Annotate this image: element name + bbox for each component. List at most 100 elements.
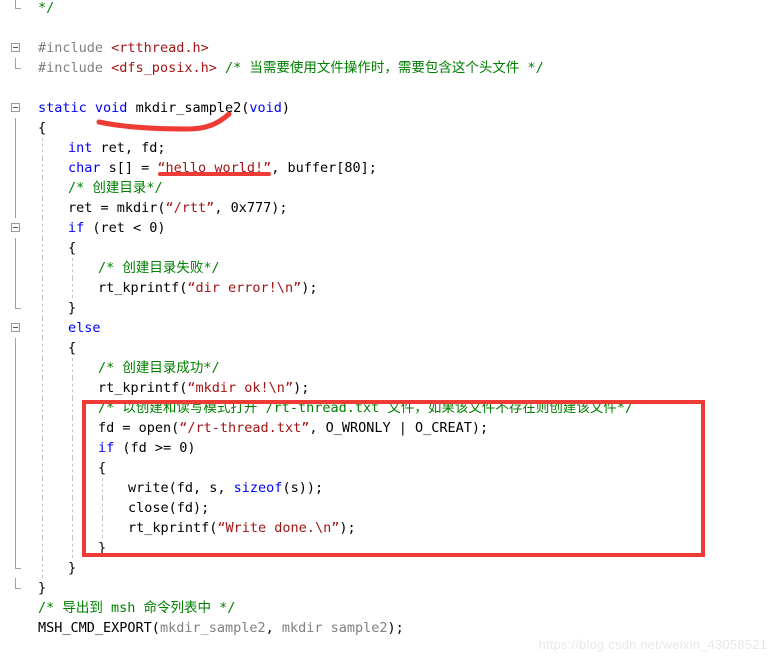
fold-gutter[interactable]	[0, 498, 38, 518]
code-line[interactable]: {	[0, 338, 779, 358]
code-line-text: static void mkdir_sample2(void)	[38, 100, 291, 116]
fold-collapse-icon[interactable]	[11, 43, 20, 52]
fold-gutter[interactable]	[0, 398, 38, 418]
fold-connector	[15, 138, 16, 158]
code-line[interactable]: /* 创建目录失败*/	[0, 258, 779, 278]
indent-guide	[42, 298, 43, 318]
code-line[interactable]: if (fd >= 0)	[0, 438, 779, 458]
fold-gutter[interactable]	[0, 578, 38, 598]
code-line[interactable]: MSH_CMD_EXPORT(mkdir_sample2, mkdir samp…	[0, 618, 779, 638]
fold-gutter[interactable]	[0, 538, 38, 558]
code-line-text: /* 以创建和读写模式打开 /rt-thread.txt 文件，如果该文件不存在…	[98, 400, 634, 416]
code-line[interactable]: ret = mkdir(“/rtt”, 0x777);	[0, 198, 779, 218]
code-line[interactable]: /* 创建目录*/	[0, 178, 779, 198]
fold-gutter[interactable]	[0, 18, 38, 38]
fold-connector	[15, 198, 16, 218]
indent-guide	[42, 538, 43, 558]
code-line[interactable]: /* 创建目录成功*/	[0, 358, 779, 378]
code-line[interactable]: {	[0, 118, 779, 138]
indent-guide	[72, 358, 73, 378]
indent-guide	[42, 498, 43, 518]
fold-gutter[interactable]	[0, 418, 38, 438]
fold-gutter[interactable]	[0, 358, 38, 378]
fold-end-bracket	[15, 58, 21, 69]
code-line[interactable]: fd = open(“/rt-thread.txt”, O_WRONLY | O…	[0, 418, 779, 438]
fold-gutter[interactable]	[0, 98, 38, 118]
fold-end-bracket	[15, 0, 21, 9]
fold-gutter[interactable]	[0, 178, 38, 198]
fold-gutter[interactable]	[0, 38, 38, 58]
fold-gutter[interactable]	[0, 78, 38, 98]
fold-gutter[interactable]	[0, 298, 38, 318]
code-line-text: {	[68, 240, 77, 256]
code-line[interactable]: #include <dfs_posix.h> /* 当需要使用文件操作时，需要包…	[0, 58, 779, 78]
indent-guide	[72, 398, 73, 418]
code-line[interactable]: int ret, fd;	[0, 138, 779, 158]
code-line[interactable]: }	[0, 558, 779, 578]
fold-gutter[interactable]	[0, 158, 38, 178]
code-line[interactable]	[0, 78, 779, 98]
code-line[interactable]: if (ret < 0)	[0, 218, 779, 238]
code-line[interactable]: rt_kprintf(“dir error!\n”);	[0, 278, 779, 298]
indent-guide	[42, 378, 43, 398]
fold-gutter[interactable]	[0, 598, 38, 618]
fold-gutter[interactable]	[0, 0, 38, 18]
fold-gutter[interactable]	[0, 438, 38, 458]
csdn-watermark: https://blog.csdn.net/weixin_43058521	[538, 637, 767, 652]
code-line[interactable]: rt_kprintf(“mkdir ok!\n”);	[0, 378, 779, 398]
fold-gutter[interactable]	[0, 378, 38, 398]
code-line[interactable]: {	[0, 238, 779, 258]
code-line[interactable]: }	[0, 578, 779, 598]
code-line[interactable]: char s[] = “hello world!”, buffer[80];	[0, 158, 779, 178]
fold-collapse-icon[interactable]	[11, 323, 20, 332]
fold-connector	[15, 518, 16, 538]
code-line[interactable]: {	[0, 458, 779, 478]
fold-gutter[interactable]	[0, 478, 38, 498]
code-line[interactable]: else	[0, 318, 779, 338]
indent-guide	[72, 478, 73, 498]
fold-gutter[interactable]	[0, 278, 38, 298]
fold-connector	[15, 418, 16, 438]
fold-collapse-icon[interactable]	[11, 223, 20, 232]
code-line[interactable]: static void mkdir_sample2(void)	[0, 98, 779, 118]
fold-gutter[interactable]	[0, 138, 38, 158]
fold-gutter[interactable]	[0, 318, 38, 338]
code-line[interactable]: }	[0, 298, 779, 318]
fold-gutter[interactable]	[0, 218, 38, 238]
fold-gutter[interactable]	[0, 58, 38, 78]
fold-collapse-icon[interactable]	[11, 103, 20, 112]
code-line[interactable]: */	[0, 0, 779, 18]
code-line-text: char s[] = “hello world!”, buffer[80];	[68, 160, 377, 176]
code-line[interactable]: close(fd);	[0, 498, 779, 518]
fold-gutter[interactable]	[0, 338, 38, 358]
indent-guide	[72, 458, 73, 478]
indent-guide	[42, 398, 43, 418]
fold-gutter[interactable]	[0, 238, 38, 258]
code-line[interactable]: #include <rtthread.h>	[0, 38, 779, 58]
fold-connector	[15, 538, 16, 558]
code-line[interactable]: rt_kprintf(“Write done.\n”);	[0, 518, 779, 538]
fold-gutter[interactable]	[0, 618, 38, 638]
code-line-text: /* 创建目录成功*/	[98, 360, 220, 376]
indent-guide	[42, 138, 43, 158]
fold-gutter[interactable]	[0, 558, 38, 578]
code-line[interactable]: }	[0, 538, 779, 558]
code-line-text: #include <dfs_posix.h> /* 当需要使用文件操作时，需要包…	[38, 60, 544, 76]
code-line[interactable]	[0, 18, 779, 38]
code-line[interactable]: /* 以创建和读写模式打开 /rt-thread.txt 文件，如果该文件不存在…	[0, 398, 779, 418]
fold-gutter[interactable]	[0, 118, 38, 138]
code-line-text: }	[98, 540, 107, 556]
fold-connector	[15, 338, 16, 358]
fold-gutter[interactable]	[0, 258, 38, 278]
fold-gutter[interactable]	[0, 198, 38, 218]
fold-end-bracket	[15, 578, 21, 589]
code-line-text: }	[68, 300, 77, 316]
code-line-text: }	[38, 580, 47, 596]
code-line-text: }	[68, 560, 77, 576]
code-line[interactable]: write(fd, s, sizeof(s));	[0, 478, 779, 498]
fold-gutter[interactable]	[0, 458, 38, 478]
indent-guide	[72, 378, 73, 398]
code-line[interactable]: /* 导出到 msh 命令列表中 */	[0, 598, 779, 618]
fold-gutter[interactable]	[0, 518, 38, 538]
code-editor[interactable]: */ #include <rtthread.h> #include <dfs_pos…	[0, 0, 779, 658]
